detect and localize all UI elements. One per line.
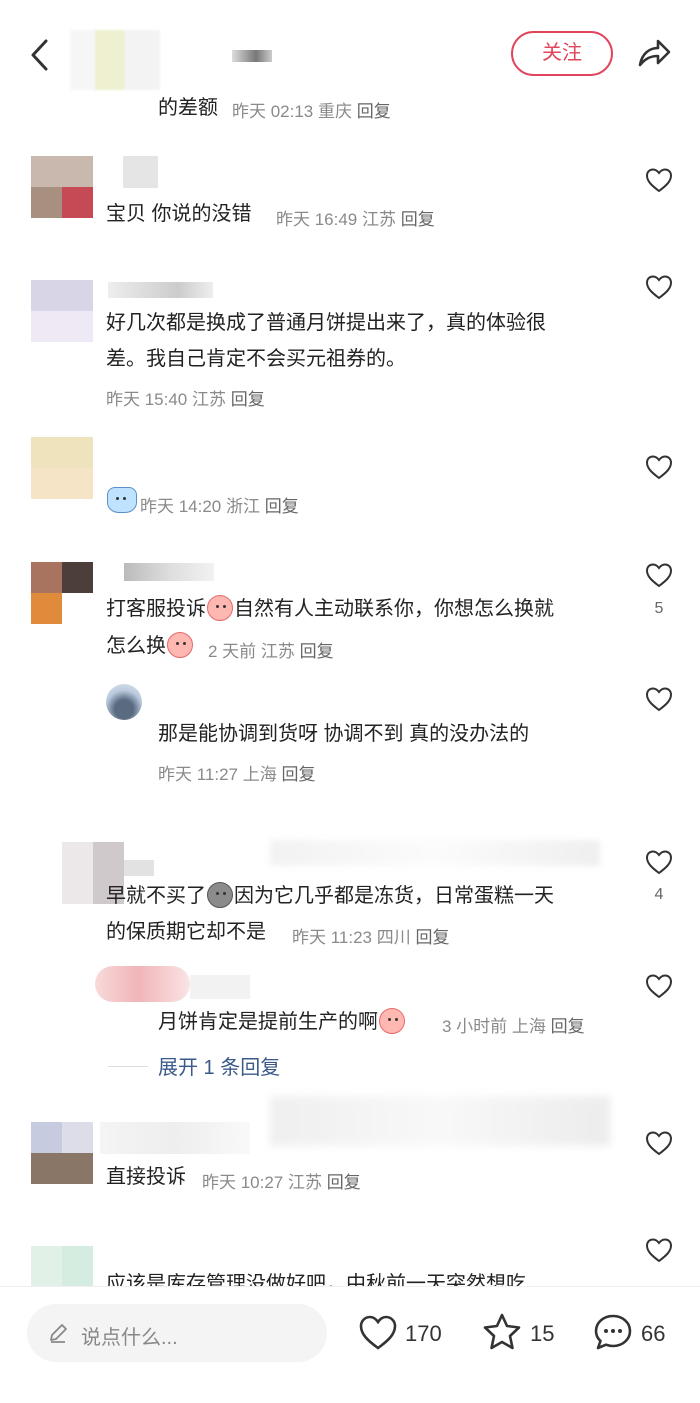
share-button[interactable] <box>636 35 672 71</box>
reply-link[interactable]: 回复 <box>265 497 299 516</box>
heart-icon <box>645 687 673 712</box>
bottom-bar: 说点什么... 170 15 66 <box>0 1286 700 1403</box>
heart-icon <box>645 168 673 193</box>
like-button[interactable] <box>644 1128 674 1158</box>
reply-link[interactable]: 回复 <box>415 928 449 947</box>
avatar[interactable] <box>95 966 190 1002</box>
comment-2-text-line1: 好几次都是换成了普通月饼提出来了，真的体验很 <box>106 312 546 334</box>
faded-overlay <box>270 1096 610 1146</box>
comment-4-meta: 2 天前 江苏 回复 <box>208 642 334 661</box>
comment-1-meta: 昨天 16:49 江苏 回复 <box>276 210 435 229</box>
follow-button[interactable]: 关注 <box>511 31 613 76</box>
heart-icon <box>645 275 673 300</box>
crying-sticker-icon <box>107 487 137 513</box>
reply-link[interactable]: 回复 <box>551 1017 585 1036</box>
reply-link[interactable]: 回复 <box>357 102 391 121</box>
sigh-face-icon <box>207 882 233 908</box>
username <box>100 1122 250 1154</box>
reply-meta: 3 小时前 上海 回复 <box>442 1017 585 1036</box>
like-button[interactable] <box>644 971 674 1001</box>
share-icon <box>638 39 671 67</box>
sticker-emoji <box>106 487 138 513</box>
like-button[interactable] <box>644 847 674 877</box>
comment-button[interactable] <box>592 1311 634 1358</box>
comment-0-text: 的差额 <box>158 97 218 119</box>
like-count: 5 <box>654 600 664 617</box>
heart-icon <box>645 850 673 875</box>
avatar[interactable] <box>31 1122 93 1184</box>
comment-4-text: 打客服投诉 自然有人主动联系你，你想怎么换就 <box>106 593 554 625</box>
username <box>190 975 250 999</box>
comment-6-text: 直接投诉 <box>106 1166 186 1188</box>
avatar[interactable] <box>31 156 93 218</box>
comment-5-meta: 昨天 11:23 四川 回复 <box>292 928 450 947</box>
comment-input[interactable]: 说点什么... <box>27 1304 327 1362</box>
heart-icon <box>359 1315 397 1350</box>
reply-link[interactable]: 回复 <box>281 765 315 784</box>
reply-meta: 昨天 11:27 上海 回复 <box>158 765 316 784</box>
avatar[interactable] <box>106 684 142 720</box>
reply-text: 那是能协调到货呀 协调不到 真的没办法的 <box>158 723 530 745</box>
like-button[interactable] <box>644 560 674 590</box>
star-icon <box>483 1313 521 1350</box>
comment-2-text-line2: 差。我自己肯定不会买元祖券的。 <box>106 348 406 370</box>
expand-divider <box>108 1066 148 1067</box>
comment-7-text: 应该是库存管理没做好吧，中秋前一天突然想吃 <box>106 1273 526 1286</box>
chevron-left-icon <box>31 39 48 71</box>
like-post-button[interactable] <box>357 1311 399 1358</box>
like-count: 4 <box>654 886 664 903</box>
input-placeholder: 说点什么... <box>81 1327 178 1349</box>
reply-link[interactable]: 回复 <box>231 390 265 409</box>
heart-icon <box>645 974 673 999</box>
heart-icon <box>645 1238 673 1263</box>
like-button[interactable] <box>644 684 674 714</box>
comments-count: 66 <box>641 1321 666 1346</box>
stars-count: 15 <box>530 1321 555 1346</box>
comment-6-meta: 昨天 10:27 江苏 回复 <box>202 1173 361 1192</box>
shrug-face-icon <box>167 632 193 658</box>
username <box>123 156 158 188</box>
comment-3-meta: 昨天 14:20 浙江 回复 <box>140 497 299 516</box>
username <box>108 282 213 298</box>
reply-link[interactable]: 回复 <box>327 1173 361 1192</box>
crying-face-icon <box>379 1008 405 1034</box>
reply-link[interactable]: 回复 <box>401 210 435 229</box>
like-button[interactable] <box>644 165 674 195</box>
expand-replies-link[interactable]: 展开 1 条回复 <box>158 1051 280 1080</box>
author-avatar[interactable] <box>70 30 160 90</box>
mad-face-icon <box>207 595 233 621</box>
avatar[interactable] <box>31 280 93 342</box>
avatar[interactable] <box>31 562 93 624</box>
faded-overlay <box>270 840 600 866</box>
comment-1-text: 宝贝 你说的没错 <box>106 203 252 225</box>
comment-5-text: 早就不买了 因为它几乎都是冻货，日常蛋糕一天 <box>106 880 554 912</box>
likes-count: 170 <box>405 1321 442 1346</box>
reply-link[interactable]: 回复 <box>300 642 334 661</box>
username <box>124 860 154 876</box>
comment-2-meta: 昨天 15:40 江苏 回复 <box>106 390 265 409</box>
avatar[interactable] <box>31 437 93 499</box>
heart-icon <box>645 455 673 480</box>
comment-bubble-icon <box>594 1314 632 1350</box>
pencil-icon <box>50 1324 67 1343</box>
collect-button[interactable] <box>481 1311 523 1358</box>
like-button[interactable] <box>644 1235 674 1265</box>
username <box>124 563 214 581</box>
comment-0-meta: 昨天 02:13 重庆 回复 <box>232 102 391 121</box>
heart-icon <box>645 563 673 588</box>
author-name <box>232 50 272 62</box>
comment-4-text-line2: 怎么换 <box>106 630 194 662</box>
comment-5-text-line2: 的保质期它却不是 <box>106 921 266 943</box>
like-button[interactable] <box>644 452 674 482</box>
back-button[interactable] <box>26 38 54 72</box>
reply-text: 月饼肯定是提前生产的啊 <box>158 1006 406 1038</box>
like-button[interactable] <box>644 272 674 302</box>
avatar[interactable] <box>31 1246 93 1286</box>
heart-icon <box>645 1131 673 1156</box>
